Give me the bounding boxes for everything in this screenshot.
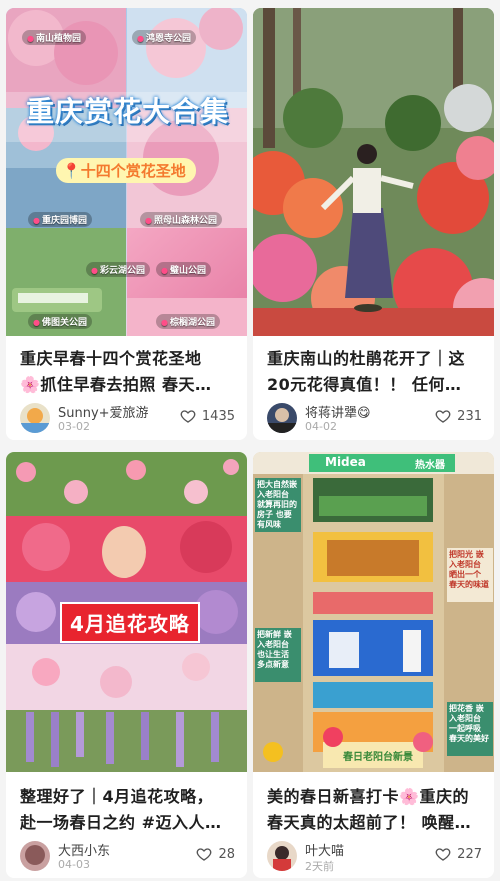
like-count: 1435: [201, 408, 235, 424]
note-title-text: 美的春日新喜打卡: [267, 787, 400, 806]
note-meta: 将蒋讲犟😋 04-02 231: [267, 402, 482, 436]
note-title[interactable]: 重庆南山的杜鹃花开了｜这 20元花得真值！！ 任何…: [267, 346, 484, 398]
flower-emoji-icon: 🌸: [399, 787, 420, 806]
note-feed: 重庆赏花大合集 📍十四个赏花圣地 南山植物园 鸿恩寺公园 重庆园博园 照母山森林…: [0, 0, 500, 881]
heart-icon: [197, 848, 212, 861]
author-name[interactable]: Sunny+爱旅游: [58, 402, 149, 421]
note-title[interactable]: 重庆早春十四个赏花圣地 🌸抓住早春去拍照 春天…: [20, 346, 237, 398]
note-card[interactable]: 4月追花攻略 整理好了｜4月追花攻略， 赴一场春日之约 #迈入人… 大西小东 0…: [6, 452, 247, 878]
author-name[interactable]: 叶大喵: [305, 840, 344, 859]
note-title-line: 美的春日新喜打卡🌸重庆的: [267, 784, 484, 810]
like-button[interactable]: 227: [435, 846, 482, 862]
like-button[interactable]: 1435: [180, 408, 235, 424]
note-title[interactable]: 美的春日新喜打卡🌸重庆的 春天真的太超前了！ 唤醒…: [267, 784, 484, 836]
like-count: 231: [457, 408, 482, 424]
note-card[interactable]: 重庆南山的杜鹃花开了｜这 20元花得真值！！ 任何… 将蒋讲犟😋 04-02 2…: [253, 8, 494, 440]
avatar-image: [267, 841, 297, 871]
like-count: 28: [218, 846, 235, 862]
cover-tag: 彩云湖公园: [86, 262, 150, 277]
note-title-text: 抓住早春去拍照 春天…: [40, 375, 212, 394]
cover-banner: 4月追花攻略: [60, 602, 200, 643]
note-title[interactable]: 整理好了｜4月追花攻略， 赴一场春日之约 #迈入人…: [20, 784, 237, 836]
cover-subheadline-text: 十四个赏花圣地: [80, 162, 186, 180]
post-date: 04-03: [58, 858, 90, 871]
flower-emoji-icon: 🌸: [20, 375, 41, 394]
author-name[interactable]: 大西小东: [58, 840, 110, 859]
note-cover-image[interactable]: 4月追花攻略: [6, 452, 247, 772]
note-meta: 叶大喵 2天前 227: [267, 840, 482, 874]
avatar[interactable]: [20, 841, 50, 871]
note-cover-image[interactable]: [253, 8, 494, 336]
brand-product: 热水器: [415, 460, 445, 471]
cover-tag: 照母山森林公园: [140, 212, 222, 227]
note-meta: 大西小东 04-03 28: [20, 840, 235, 874]
heart-icon: [435, 848, 451, 861]
avatar[interactable]: [267, 403, 297, 433]
avatar-image: [20, 403, 50, 433]
avatar[interactable]: [267, 841, 297, 871]
note-cover-image[interactable]: 重庆赏花大合集 📍十四个赏花圣地 南山植物园 鸿恩寺公园 重庆园博园 照母山森林…: [6, 8, 247, 336]
avatar-image: [20, 841, 50, 871]
cover-tag: 璧山公园: [156, 262, 211, 277]
post-date: 03-02: [58, 420, 90, 433]
cover-subheadline: 📍十四个赏花圣地: [56, 158, 196, 183]
cover-tag: 鸿恩寺公园: [132, 30, 196, 45]
cover-tag: 南山植物园: [22, 30, 86, 45]
brand-logo: Midea: [325, 455, 366, 469]
note-title-line: 🌸抓住早春去拍照 春天…: [20, 372, 237, 398]
cover-sign: 把新鲜 嵌入老阳台 也让生活 多点新意: [257, 630, 292, 669]
cover-sign: 把花香 嵌入老阳台 一起呼吸 春天的美好: [449, 704, 489, 743]
location-pin-icon: 📍: [62, 162, 81, 180]
note-title-text: 重庆的: [419, 787, 469, 806]
avatar-image: [267, 403, 297, 433]
note-title-line: 赴一场春日之约 #迈入人…: [20, 813, 222, 832]
azalea-garden-photo: [253, 8, 494, 336]
cover-tag: 棕榈湖公园: [156, 314, 220, 329]
note-title-line: 整理好了｜4月追花攻略，: [20, 787, 214, 806]
cover-sign: 把大自然嵌入老阳台 就算再旧的房子 也要有风味: [257, 480, 297, 529]
note-title-line: 春天真的太超前了！ 唤醒…: [267, 813, 472, 832]
like-button[interactable]: 28: [196, 846, 235, 862]
like-count: 227: [457, 846, 482, 862]
cover-headline: 重庆赏花大合集: [25, 95, 229, 128]
cover-footer: 春日老阳台新景: [343, 752, 413, 763]
cover-tag: 佛图关公园: [28, 314, 92, 329]
author-name[interactable]: 将蒋讲犟😋: [305, 402, 371, 421]
note-title-line: 重庆南山的杜鹃花开了｜这: [267, 349, 466, 368]
note-card[interactable]: 重庆赏花大合集 📍十四个赏花圣地 南山植物园 鸿恩寺公园 重庆园博园 照母山森林…: [6, 8, 247, 440]
avatar[interactable]: [20, 403, 50, 433]
like-button[interactable]: 231: [435, 408, 482, 424]
post-date: 04-02: [305, 420, 337, 433]
heart-icon: [435, 410, 451, 423]
note-cover-image[interactable]: Midea 热水器 把大自然嵌入老阳台 就算再旧的房子 也要有风味 把新鲜 嵌入…: [253, 452, 494, 772]
post-date: 2天前: [305, 860, 334, 873]
cover-sign: 把阳光 嵌入老阳台 晒出一个 春天的味道: [449, 550, 489, 589]
heart-icon: [180, 410, 196, 423]
note-card[interactable]: Midea 热水器 把大自然嵌入老阳台 就算再旧的房子 也要有风味 把新鲜 嵌入…: [253, 452, 494, 878]
note-title-line: 20元花得真值！！ 任何…: [267, 375, 462, 394]
cover-tag: 重庆园博园: [28, 212, 92, 227]
note-meta: Sunny+爱旅游 03-02 1435: [20, 402, 235, 436]
note-title-line: 重庆早春十四个赏花圣地: [20, 349, 202, 368]
